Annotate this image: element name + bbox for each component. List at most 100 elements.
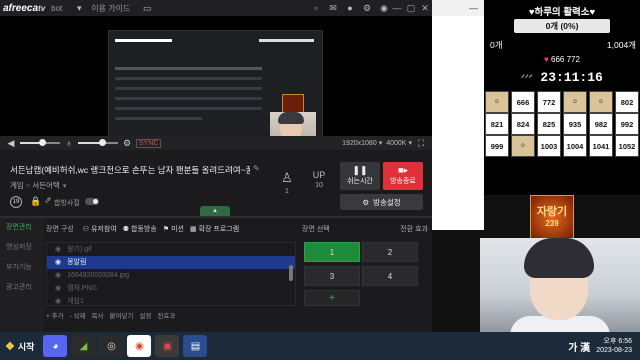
share-icon[interactable]: ⇗ (44, 195, 52, 206)
source-row[interactable]: ◉ 왕기).gif (47, 243, 295, 256)
gift-counter: ♥ 666 772 (544, 55, 580, 64)
system-clock[interactable]: 오후 6:56 2023-08-23 (596, 337, 632, 355)
discord-app-icon[interactable]: ◕ (43, 335, 68, 357)
add-source-button[interactable]: + 추가 (46, 310, 64, 320)
minimize-button[interactable]: — (390, 3, 404, 13)
minimize-button[interactable]: — (469, 3, 478, 13)
afreecatv-app-icon[interactable]: ▣ (155, 335, 180, 357)
maximize-button[interactable]: ▢ (404, 3, 418, 14)
break-time-button[interactable]: ❚❚ 쉬는시간 (340, 162, 380, 190)
grid-cell: 1004 (563, 135, 587, 157)
joint-broadcast-button[interactable]: ⚉ 합동방송 (123, 224, 160, 234)
start-button[interactable]: ❖ 시작 (0, 335, 39, 357)
menu-ad-management[interactable]: 광고관리 (0, 278, 44, 298)
app-logo-suffix: bot (51, 3, 63, 13)
mission-button[interactable]: ⚑ 미션 (163, 224, 187, 234)
resolution-select[interactable]: 1920x1080 ▾ (342, 139, 382, 148)
goal-progress-text: 0개 (0%) (545, 21, 579, 31)
ime-indicator[interactable]: 가 漢 (568, 339, 590, 354)
goal-max-label: 1,004개 (606, 40, 636, 50)
obs-app-icon[interactable]: ◎ (99, 335, 124, 357)
broadcast-timer: ᐟᐟᐟ 23:11:16 (521, 70, 603, 85)
add-scene-button[interactable]: + (304, 290, 360, 306)
scene-button-2[interactable]: 2 (362, 242, 418, 262)
transition-effect-select[interactable]: 전환 효과 (400, 224, 428, 234)
edit-pencil-icon[interactable]: ✎ (253, 164, 260, 173)
panel-collapse-handle[interactable]: ▲ (200, 206, 230, 216)
broadcast-title[interactable]: 서든남캠(예비허쉬,wc 랭크전으로 손뚜는 남자 팬분들 올려드려여~꿀... (10, 164, 250, 176)
mission-number-grid: ☺ 666 772 ☺ ☺ 802 821 824 825 935 982 99… (484, 91, 640, 159)
coin-icon[interactable]: ● (344, 3, 356, 13)
webcam-feed (480, 238, 640, 333)
background-white-window: — (432, 0, 484, 230)
source-list-scrollbar[interactable] (289, 265, 293, 281)
chat-icon[interactable]: ▭ (141, 3, 153, 13)
password-lock-icon[interactable]: 🔒 (30, 196, 41, 207)
visibility-eye-icon[interactable]: ◉ (55, 295, 61, 308)
extension-program-button[interactable]: ▦ 확장 프로그램 (190, 224, 242, 234)
source-row[interactable]: ◉ 캠처.PNG (47, 282, 295, 295)
paste-source-button[interactable]: 붙여넣기 (109, 310, 133, 320)
support-icon[interactable]: ◉ (378, 3, 390, 13)
broadcast-tool-icon[interactable]: ▤ (183, 335, 208, 357)
grid-cell-image: ☺ (589, 91, 613, 113)
overlay-title: ♥하루의 활력소♥ (528, 7, 596, 18)
joint-broadcast-toggle[interactable] (85, 198, 99, 205)
notification-icon[interactable]: ▫ (310, 3, 322, 13)
user-participation-button[interactable]: ⚇ 유저참여 (83, 224, 120, 234)
dropdown-chevron-icon[interactable]: ▾ (73, 3, 85, 13)
menu-user-guide[interactable]: 이용 가이드 (85, 3, 136, 14)
settings-gear-icon[interactable]: ⚙ (361, 3, 373, 13)
menu-scene-management[interactable]: 장면관리 (0, 218, 44, 238)
system-tray: 가 漢 오후 6:56 2023-08-23 (568, 332, 640, 360)
copy-source-button[interactable]: 복사 (92, 310, 104, 320)
visibility-eye-icon[interactable]: ◉ (55, 256, 61, 269)
bitrate-select[interactable]: 4000K ▾ (386, 139, 412, 148)
scene-composition-title: 장면 구성 (46, 226, 74, 233)
flag-icon: ⚑ (162, 226, 170, 233)
scene-button-3[interactable]: 3 (304, 266, 360, 286)
grid-cell: 825 (537, 113, 561, 135)
end-broadcast-button[interactable]: ■▸ 방송종료 (383, 162, 423, 190)
grid-cell: 772 (537, 91, 561, 113)
heart-icon: ♥ (544, 55, 549, 64)
stream-preview[interactable] (0, 16, 432, 150)
broadcast-settings-button[interactable]: ⚙ 방송설정 (340, 194, 423, 210)
visibility-eye-icon[interactable]: ◉ (55, 282, 61, 295)
group-icon: ⚉ (122, 226, 130, 233)
scene-button-1[interactable]: 1 (304, 242, 360, 262)
grid-cell: 802 (615, 91, 639, 113)
scene-toolbar: 장면 구성 ⚇ 유저참여 ⚉ 합동방송 ⚑ 미션 ▦ 확장 프로그램 (46, 222, 298, 236)
sync-badge[interactable]: SYNC (136, 138, 162, 148)
fullscreen-icon[interactable]: ⛶ (416, 138, 426, 149)
grid-cell-image: ☺ (511, 135, 535, 157)
microphone-icon[interactable]: ♁ (64, 138, 74, 148)
visibility-eye-icon[interactable]: ◉ (55, 269, 61, 282)
source-settings-button[interactable]: 설정 (139, 310, 151, 320)
broadcast-category[interactable]: 게임 > 서든어택 ▾ (10, 180, 66, 191)
chrome-app-icon[interactable]: ◉ (127, 335, 152, 357)
grid-cell: 1052 (615, 135, 639, 157)
camera-settings-icon[interactable]: ⚙ (122, 138, 132, 149)
viewer-person-icon: ♙ (281, 170, 293, 185)
close-button[interactable]: ✕ (418, 3, 432, 14)
source-effects-button[interactable]: 전효과 (157, 310, 175, 320)
grid-cell: 1003 (537, 135, 561, 157)
source-row-selected[interactable]: ◉ 몽알림 (47, 256, 295, 269)
source-row[interactable]: ◉ 1664920003284.jpg (47, 269, 295, 282)
delete-source-button[interactable]: - 삭제 (70, 310, 86, 320)
menu-video-save[interactable]: 영상저장 (0, 238, 44, 258)
gift-icon[interactable]: ✉ (327, 3, 339, 13)
panel-divider (0, 216, 432, 218)
speaker-icon[interactable]: ◀ (6, 138, 16, 149)
scene-button-4[interactable]: 4 (362, 266, 418, 286)
mic-slider[interactable] (78, 139, 118, 146)
studio-side-menu: 장면관리 영상저장 부가기능 광고관리 (0, 218, 44, 332)
volume-slider[interactable] (20, 139, 60, 146)
menu-extras[interactable]: 부가기능 (0, 258, 44, 278)
age-restriction-icon[interactable]: 19 (10, 196, 22, 208)
source-row[interactable]: ◉ 게임1 (47, 295, 295, 308)
joint-broadcast-decline-label: 합방사절 (54, 200, 80, 207)
visibility-eye-icon[interactable]: ◉ (55, 243, 61, 256)
nvidia-app-icon[interactable]: ◢ (71, 335, 96, 357)
